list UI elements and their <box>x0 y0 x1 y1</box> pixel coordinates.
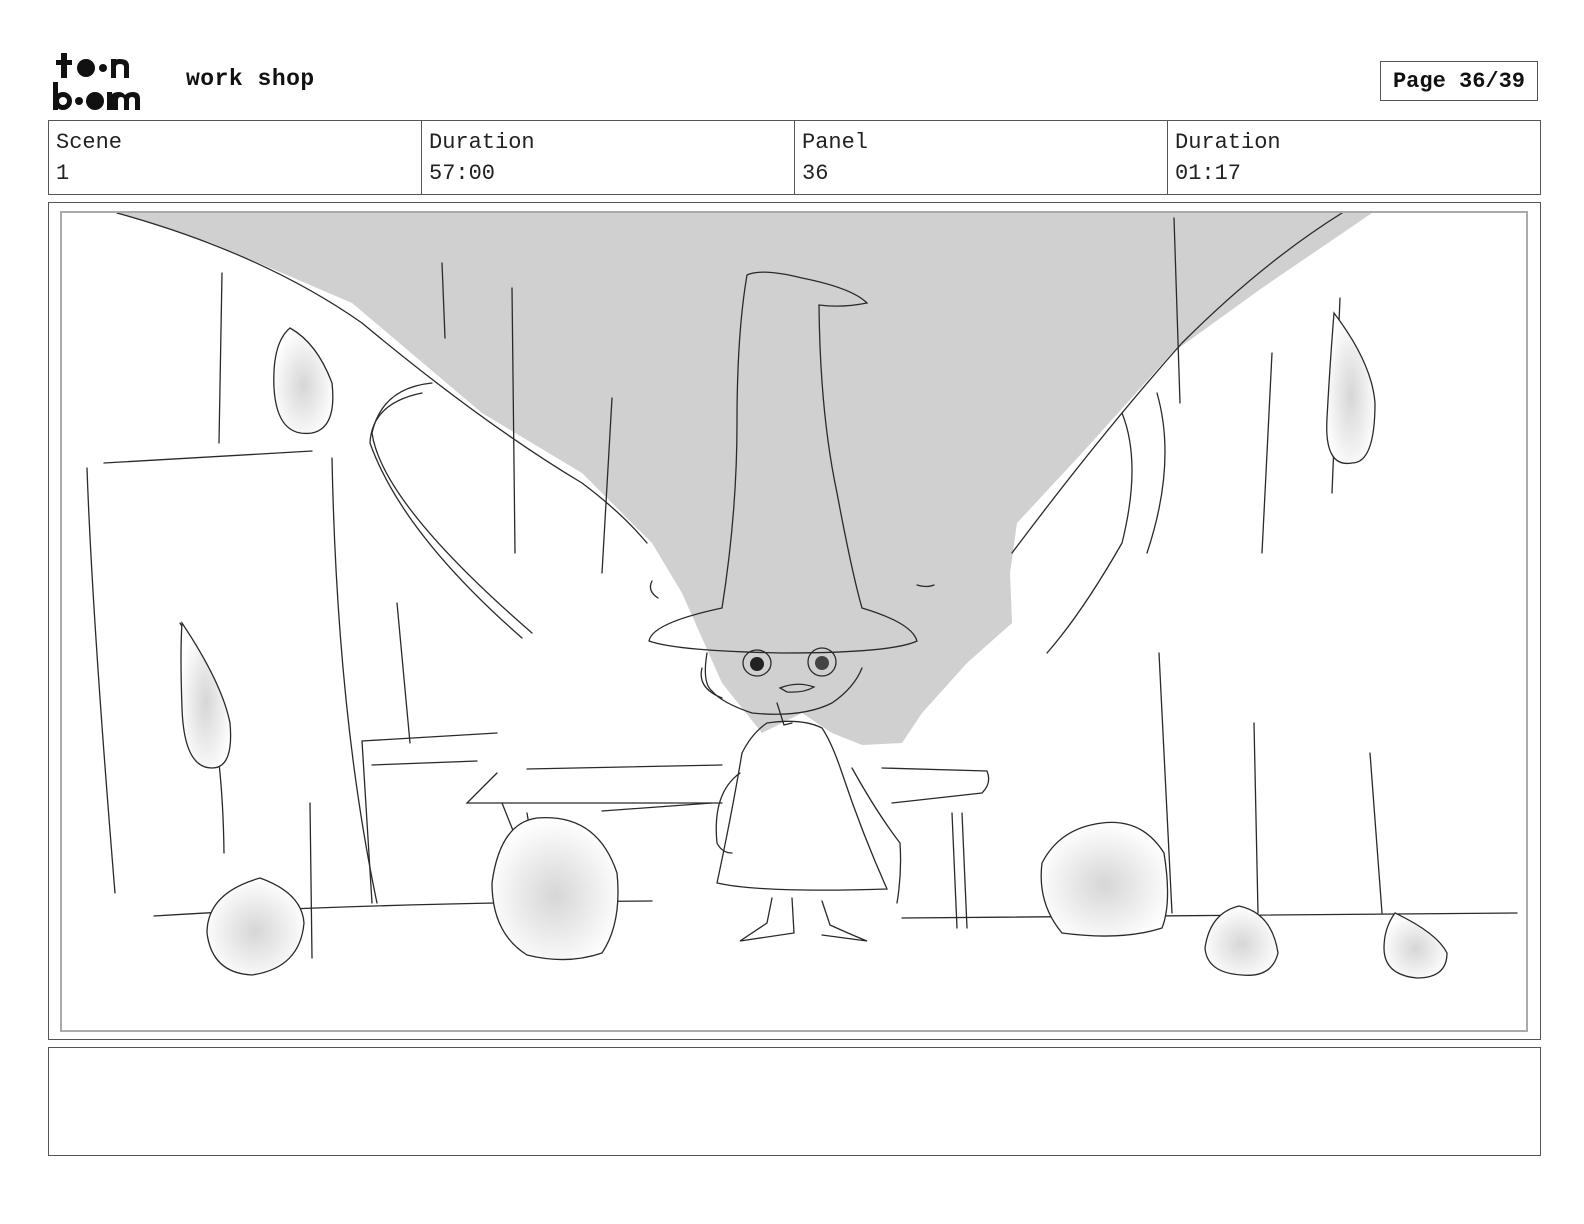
scene-duration-label: Duration <box>429 130 535 155</box>
document-title: work shop <box>186 66 315 92</box>
toonboom-logo-graphic <box>53 53 140 110</box>
panel-duration-value: 01:17 <box>1175 161 1242 186</box>
scene-duration-value: 57:00 <box>429 161 496 186</box>
panel-cell: Panel 36 <box>794 121 1167 194</box>
panel-label: Panel <box>802 130 869 155</box>
panel-duration-label: Duration <box>1175 130 1281 155</box>
panel-value: 36 <box>802 161 829 186</box>
scene-label: Scene <box>56 130 123 155</box>
panel-notes-box <box>48 1047 1541 1156</box>
scene-cell: Scene 1 <box>49 121 421 194</box>
page-indicator: Page 36/39 <box>1380 61 1538 101</box>
panel-duration-cell: Duration 01:17 <box>1167 121 1540 194</box>
scene-duration-cell: Duration 57:00 <box>421 121 794 194</box>
right-pupil <box>815 656 829 670</box>
left-pupil <box>750 657 764 671</box>
panel-image <box>60 211 1528 1032</box>
panel-info-row: Scene 1 Duration 57:00 Panel 36 Duration… <box>48 120 1541 195</box>
scene-value: 1 <box>56 161 70 186</box>
toonboom-logo <box>50 50 165 112</box>
panel-frame <box>48 202 1541 1040</box>
storyboard-sketch <box>86 213 1518 979</box>
